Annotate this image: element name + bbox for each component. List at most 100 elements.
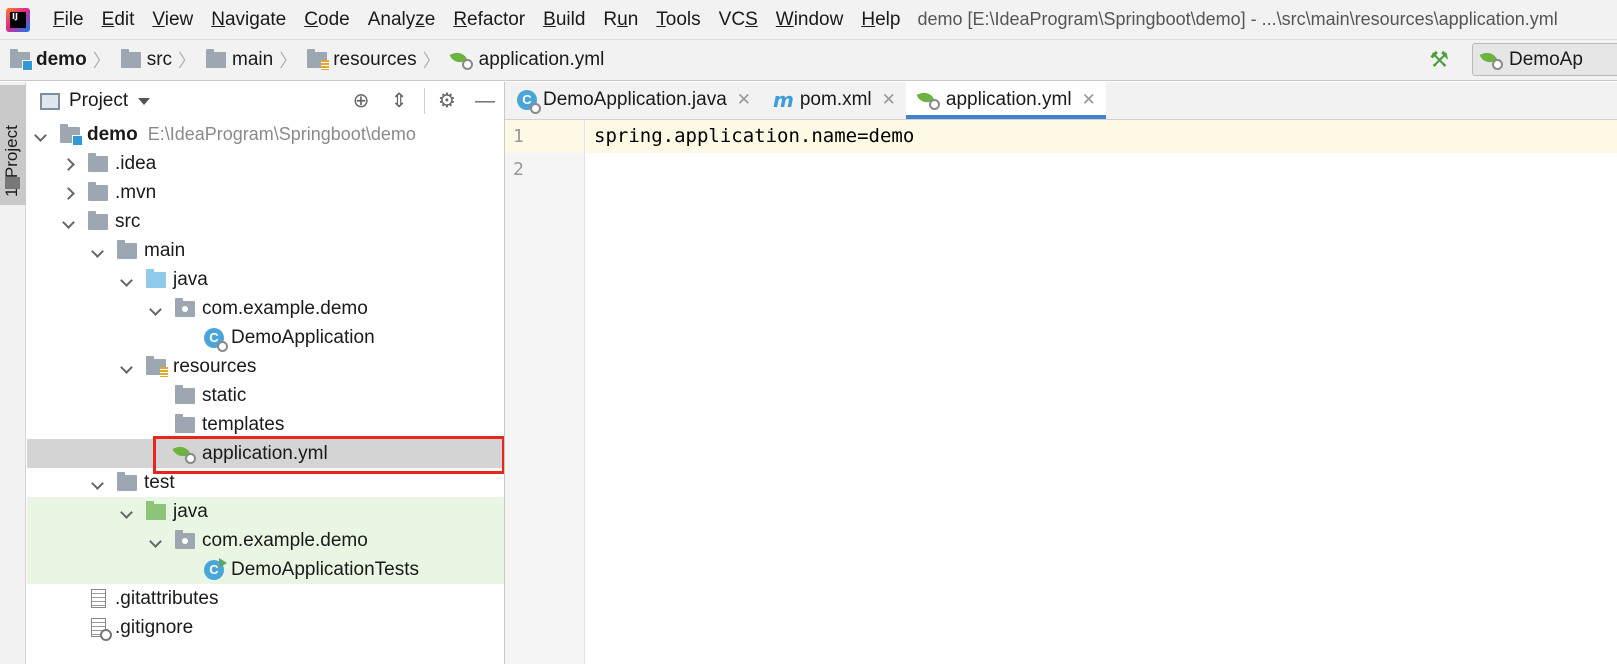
tab-label: application.yml <box>945 89 1072 110</box>
expand-arrow-icon[interactable] <box>33 127 47 143</box>
tree-item-label: main <box>144 239 186 261</box>
code-editor[interactable]: spring.application.name=demo <box>586 120 1617 186</box>
menu-vcs[interactable]: VCS <box>710 9 767 31</box>
project-panel: Project ⊕ ⇕ ⚙ — demo E:\IdeaProgram\Spri… <box>27 82 505 664</box>
folder-icon <box>174 384 196 404</box>
code-line[interactable] <box>586 153 1617 186</box>
collapse-arrow-icon[interactable] <box>61 185 75 201</box>
breadcrumb-label: demo <box>36 49 87 70</box>
breadcrumb-application-yml[interactable]: application.yml <box>441 49 605 71</box>
chevron-right-icon: 〉 <box>92 51 111 71</box>
project-tool-window-button[interactable]: 1: Project <box>0 85 26 205</box>
menu-build[interactable]: Build <box>534 9 594 31</box>
tree-item-label: .gitignore <box>115 616 194 638</box>
tree-item-label: demo <box>87 123 138 145</box>
breadcrumb-demo[interactable]: demo 〉 <box>0 47 111 73</box>
menu-file[interactable]: File <box>44 9 93 31</box>
tree-item-static[interactable]: static <box>27 381 504 410</box>
expand-arrow-icon[interactable] <box>119 272 133 288</box>
tree-item-main[interactable]: main <box>27 236 504 265</box>
resources-folder-icon <box>307 49 330 70</box>
editor-tab-bar: C DemoApplication.java ✕ m pom.xml ✕ app… <box>505 82 1617 120</box>
menu-analyze[interactable]: Analyze <box>359 9 445 31</box>
breadcrumb-main[interactable]: main 〉 <box>196 47 297 73</box>
build-hammer-icon[interactable]: ⚒ <box>1429 47 1449 73</box>
hide-panel-icon[interactable]: — <box>473 90 497 112</box>
tree-item-templates[interactable]: templates <box>27 410 504 439</box>
tree-item-label: .gitattributes <box>115 587 219 609</box>
breadcrumb-resources[interactable]: resources 〉 <box>297 47 441 73</box>
expand-arrow-icon[interactable] <box>61 214 75 230</box>
collapse-all-icon[interactable]: ⇕ <box>387 90 411 112</box>
menu-view[interactable]: View <box>143 9 202 31</box>
package-icon <box>174 297 196 317</box>
menu-help[interactable]: Help <box>852 9 909 31</box>
menu-navigate[interactable]: Navigate <box>202 9 295 31</box>
close-icon[interactable]: ✕ <box>882 90 896 110</box>
project-view-selector[interactable]: Project <box>69 90 128 112</box>
folder-icon <box>87 181 109 201</box>
tab-application-yml[interactable]: application.yml ✕ <box>905 82 1106 119</box>
tab-demo-application-java[interactable]: C DemoApplication.java ✕ <box>505 82 761 119</box>
project-panel-header: Project ⊕ ⇕ ⚙ — <box>27 82 504 120</box>
menu-edit[interactable]: Edit <box>93 9 144 31</box>
close-icon[interactable]: ✕ <box>1082 90 1096 110</box>
tree-item-gitignore[interactable]: .gitignore <box>27 613 504 642</box>
expand-arrow-icon[interactable] <box>148 533 162 549</box>
window-title: demo [E:\IdeaProgram\Springboot\demo] - … <box>917 9 1558 29</box>
tree-item-demo-application-tests[interactable]: C DemoApplicationTests <box>27 555 504 584</box>
tree-item-test-java[interactable]: java <box>27 497 504 526</box>
tree-item-test[interactable]: test <box>27 468 504 497</box>
breadcrumb-src[interactable]: src 〉 <box>111 47 196 73</box>
tree-item-label: resources <box>173 355 257 377</box>
tree-item-idea[interactable]: .idea <box>27 149 504 178</box>
menu-code[interactable]: Code <box>295 9 358 31</box>
folder-icon <box>206 49 227 68</box>
tree-item-src[interactable]: src <box>27 207 504 236</box>
locate-file-icon[interactable]: ⊕ <box>349 90 373 112</box>
tree-item-label: src <box>115 210 141 232</box>
tree-item-gitattributes[interactable]: .gitattributes <box>27 584 504 613</box>
expand-arrow-icon[interactable] <box>119 504 133 520</box>
chevron-right-icon: 〉 <box>279 51 298 71</box>
tree-item-application-yml[interactable]: application.yml <box>27 439 504 468</box>
code-line[interactable]: spring.application.name=demo <box>586 120 1617 153</box>
text-file-icon <box>87 589 109 608</box>
tab-label: pom.xml <box>799 89 872 110</box>
tree-item-demo-application[interactable]: C DemoApplication <box>27 323 504 352</box>
chevron-down-icon[interactable] <box>138 97 151 105</box>
tree-item-resources[interactable]: resources <box>27 352 504 381</box>
tree-item-demo[interactable]: demo E:\IdeaProgram\Springboot\demo <box>27 120 504 149</box>
gear-icon[interactable]: ⚙ <box>435 90 459 112</box>
test-class-icon: C <box>203 557 227 580</box>
tree-item-package-main[interactable]: com.example.demo <box>27 294 504 323</box>
run-configuration-selector[interactable]: DemoAp <box>1472 43 1617 76</box>
menu-refactor[interactable]: Refactor <box>444 9 534 31</box>
menu-window[interactable]: Window <box>767 9 853 31</box>
spring-config-icon <box>916 89 940 110</box>
folder-icon <box>116 239 138 259</box>
collapse-arrow-icon[interactable] <box>61 156 75 172</box>
spring-class-icon: C <box>203 327 228 352</box>
resources-folder-icon <box>145 355 168 377</box>
expand-arrow-icon[interactable] <box>90 475 104 491</box>
close-icon[interactable]: ✕ <box>737 90 751 110</box>
tab-pom-xml[interactable]: m pom.xml ✕ <box>761 82 906 119</box>
tree-item-mvn[interactable]: .mvn <box>27 178 504 207</box>
menu-tools[interactable]: Tools <box>647 9 709 31</box>
run-configuration-label: DemoAp <box>1509 48 1583 70</box>
line-number-gutter[interactable]: 1 2 <box>505 120 585 664</box>
tree-item-package-test[interactable]: com.example.demo <box>27 526 504 555</box>
expand-arrow-icon[interactable] <box>90 243 104 259</box>
tree-item-label: application.yml <box>202 442 328 464</box>
tree-item-label: .idea <box>115 152 157 174</box>
breadcrumb-label: application.yml <box>478 49 605 70</box>
expand-arrow-icon[interactable] <box>148 301 162 317</box>
source-folder-icon <box>145 268 167 288</box>
project-view-icon <box>40 92 60 110</box>
editor-area: C DemoApplication.java ✕ m pom.xml ✕ app… <box>505 82 1617 664</box>
menu-run[interactable]: Run <box>594 9 647 31</box>
tree-item-main-java[interactable]: java <box>27 265 504 294</box>
toolbar-divider <box>424 88 425 114</box>
expand-arrow-icon[interactable] <box>119 359 133 375</box>
